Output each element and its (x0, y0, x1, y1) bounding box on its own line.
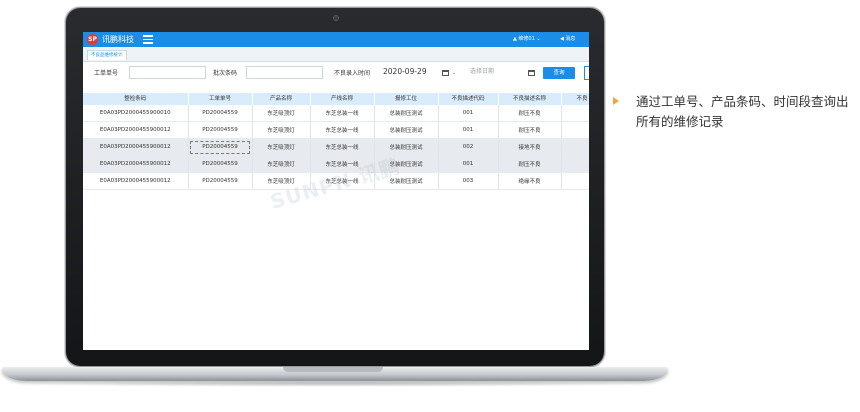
laptop-shadow (20, 381, 650, 387)
table-cell: 东芝吸顶灯 (252, 138, 311, 156)
table-cell: PD20004559 (188, 105, 253, 122)
table-cell: E0A03PD2000455900012 (83, 138, 189, 156)
table-cell: 003 (438, 172, 499, 190)
app-header: SP 讯鹏科技 ▲ 维修01 ⌄ ◀ 消息 (83, 32, 589, 47)
table-cell: 东芝总装一线 (310, 105, 375, 122)
work-order-input[interactable] (129, 66, 206, 79)
screen: SP 讯鹏科技 ▲ 维修01 ⌄ ◀ 消息 不良品维修统计 工单单号 批次条码 … (83, 32, 589, 350)
column-header[interactable]: 产品名称 (252, 93, 311, 105)
table-row[interactable]: E0A03PD2000455900012 PD20004559 东芝吸顶灯 东芝总装一… (83, 121, 589, 139)
tab-defect-repair-stats[interactable]: 不良品维修统计 (87, 50, 127, 60)
column-header[interactable]: 不良描述代码 (438, 93, 499, 105)
table-cell: PD20004559 (188, 172, 253, 190)
table-row[interactable]: E0A03PD2000455900012 PD20004559 东芝吸顶灯 东芝总装一… (83, 138, 589, 156)
table-cell: 001 (438, 121, 499, 139)
column-header[interactable]: 工单单号 (188, 93, 253, 105)
table-cell: PD20004559 (188, 155, 253, 173)
filter-bar: 工单单号 批次条码 不良录入时间 2020-09-29 - 选择日期 查询 (83, 62, 589, 84)
feature-description: 通过工单号、产品条码、时间段查询出所有的维修记录 (636, 94, 849, 129)
table-cell: 东芝吸顶灯 (252, 105, 311, 122)
table-cell: 001 (438, 105, 499, 122)
app-name: 讯鹏科技 (102, 35, 134, 44)
messages-link[interactable]: ◀ 消息 (560, 36, 575, 43)
pointer-arrow-icon (613, 97, 619, 105)
table-cell: 总装耐压测试 (374, 121, 439, 139)
work-order-label: 工单单号 (94, 70, 119, 77)
table-cell: E0A03PD2000455900010 (83, 105, 189, 122)
column-header[interactable]: 不良 (561, 93, 589, 105)
tab-bar: 不良品维修统计 (83, 47, 589, 62)
table-cell: 耐压不良 (498, 121, 562, 139)
laptop-notch (283, 367, 383, 372)
table-cell: E0A03PD2000455900012 (83, 172, 189, 190)
end-date-input[interactable]: 选择日期 (467, 66, 525, 79)
table-cell: 绝缘不良 (498, 172, 562, 190)
table-cell: 东芝总装一线 (310, 138, 375, 156)
table-cell: 002 (438, 138, 499, 156)
query-button[interactable]: 查询 (543, 67, 575, 79)
batch-label: 批次条码 (213, 70, 238, 77)
start-date-input[interactable]: 2020-09-29 (380, 66, 438, 79)
calendar-icon[interactable] (528, 69, 535, 76)
brand-logo-icon: SP (87, 34, 98, 45)
table-cell: 东芝吸顶灯 (252, 155, 311, 173)
extra-button[interactable] (584, 66, 589, 80)
user-menu[interactable]: ▲ 维修01 ⌄ (513, 36, 541, 43)
date-label: 不良录入时间 (334, 70, 371, 77)
table-cell: 东芝总装一线 (310, 121, 375, 139)
column-header[interactable]: 产线名称 (310, 93, 375, 105)
column-header[interactable]: 不良描述名称 (498, 93, 562, 105)
column-header[interactable]: 报修工位 (374, 93, 439, 105)
calendar-icon[interactable] (442, 69, 449, 76)
column-header[interactable]: 整检条码 (83, 93, 189, 105)
table-cell: PD20004559 (188, 138, 253, 156)
camera-icon (333, 15, 339, 21)
table-cell (561, 172, 589, 190)
table-cell (561, 155, 589, 173)
table-cell: 接地不良 (498, 138, 562, 156)
table-cell: 耐压不良 (498, 155, 562, 173)
table-cell: 东芝吸顶灯 (252, 121, 311, 139)
table-cell: E0A03PD2000455900012 (83, 121, 189, 139)
table-cell: 001 (438, 155, 499, 173)
date-separator: - (453, 70, 456, 77)
batch-input[interactable] (246, 66, 323, 79)
table-cell: E0A03PD2000455900012 (83, 155, 189, 173)
table-cell: PD20004559 (188, 121, 253, 139)
table-cell (561, 121, 589, 139)
hamburger-menu-icon[interactable] (143, 35, 153, 44)
table-cell: 总装耐压测试 (374, 105, 439, 122)
table-cell (561, 138, 589, 156)
table-header-row: 整检条码 工单单号 产品名称 产线名称 报修工位 不良描述代码 不良描述名称 不良 (83, 93, 589, 105)
table-cell (561, 105, 589, 122)
table-row[interactable]: E0A03PD2000455900010 PD20004559 东芝吸顶灯 东芝总装一… (83, 105, 589, 122)
table-cell: 耐压不良 (498, 105, 562, 122)
